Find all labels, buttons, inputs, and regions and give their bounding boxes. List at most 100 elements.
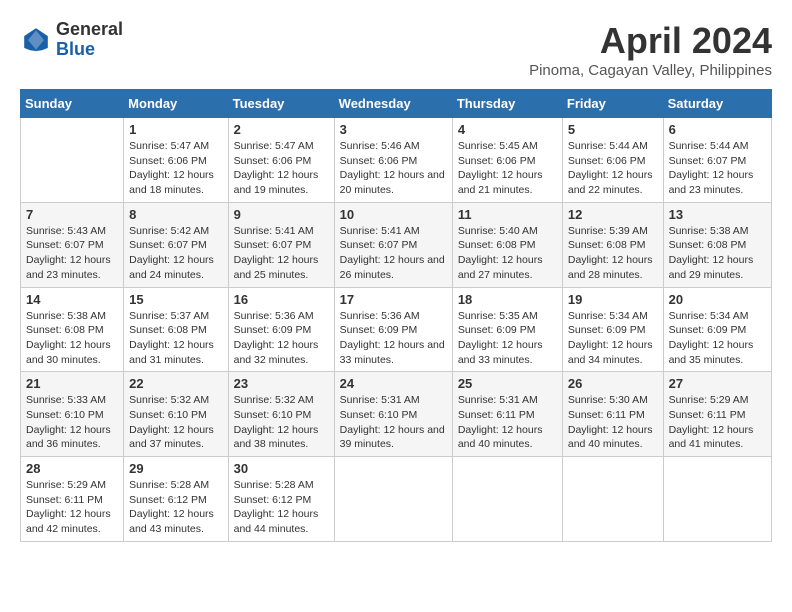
calendar-cell: 9 Sunrise: 5:41 AM Sunset: 6:07 PM Daylig… xyxy=(228,202,334,287)
day-number: 23 xyxy=(234,376,329,391)
column-header-friday: Friday xyxy=(562,90,663,118)
location: Pinoma, Cagayan Valley, Philippines xyxy=(529,62,772,79)
week-row: 1 Sunrise: 5:47 AM Sunset: 6:06 PM Daylig… xyxy=(21,118,772,203)
calendar-cell: 24 Sunrise: 5:31 AM Sunset: 6:10 PM Dayli… xyxy=(334,372,452,457)
calendar-cell: 1 Sunrise: 5:47 AM Sunset: 6:06 PM Daylig… xyxy=(124,118,228,203)
cell-info: Sunrise: 5:31 AM Sunset: 6:10 PM Dayligh… xyxy=(340,393,447,452)
week-row: 21 Sunrise: 5:33 AM Sunset: 6:10 PM Dayli… xyxy=(21,372,772,457)
calendar-cell: 17 Sunrise: 5:36 AM Sunset: 6:09 PM Dayli… xyxy=(334,287,452,372)
calendar-cell: 2 Sunrise: 5:47 AM Sunset: 6:06 PM Daylig… xyxy=(228,118,334,203)
cell-info: Sunrise: 5:33 AM Sunset: 6:10 PM Dayligh… xyxy=(26,393,118,452)
column-header-wednesday: Wednesday xyxy=(334,90,452,118)
day-number: 25 xyxy=(458,376,557,391)
day-number: 16 xyxy=(234,292,329,307)
column-header-sunday: Sunday xyxy=(21,90,124,118)
logo-text: General Blue xyxy=(56,20,123,60)
cell-info: Sunrise: 5:37 AM Sunset: 6:08 PM Dayligh… xyxy=(129,309,222,368)
week-row: 14Sunrise: 5:38 AM Sunset: 6:08 PM Dayli… xyxy=(21,287,772,372)
calendar-cell: 20 Sunrise: 5:34 AM Sunset: 6:09 PM Dayli… xyxy=(663,287,771,372)
calendar-cell: 14Sunrise: 5:38 AM Sunset: 6:08 PM Dayli… xyxy=(21,287,124,372)
day-number: 18 xyxy=(458,292,557,307)
cell-info: Sunrise: 5:29 AM Sunset: 6:11 PM Dayligh… xyxy=(669,393,766,452)
cell-info: Sunrise: 5:36 AM Sunset: 6:09 PM Dayligh… xyxy=(340,309,447,368)
calendar-cell: 12Sunrise: 5:39 AM Sunset: 6:08 PM Dayli… xyxy=(562,202,663,287)
cell-info: Sunrise: 5:42 AM Sunset: 6:07 PM Dayligh… xyxy=(129,224,222,283)
logo-blue: Blue xyxy=(56,40,123,60)
cell-info: Sunrise: 5:32 AM Sunset: 6:10 PM Dayligh… xyxy=(129,393,222,452)
cell-info: Sunrise: 5:47 AM Sunset: 6:06 PM Dayligh… xyxy=(234,139,329,198)
calendar-cell: 18Sunrise: 5:35 AM Sunset: 6:09 PM Dayli… xyxy=(452,287,562,372)
calendar-table: SundayMondayTuesdayWednesdayThursdayFrid… xyxy=(20,89,772,542)
day-number: 22 xyxy=(129,376,222,391)
day-number: 9 xyxy=(234,207,329,222)
day-number: 7 xyxy=(26,207,118,222)
calendar-cell: 13Sunrise: 5:38 AM Sunset: 6:08 PM Dayli… xyxy=(663,202,771,287)
column-header-tuesday: Tuesday xyxy=(228,90,334,118)
week-row: 7 Sunrise: 5:43 AM Sunset: 6:07 PM Daylig… xyxy=(21,202,772,287)
cell-info: Sunrise: 5:28 AM Sunset: 6:12 PM Dayligh… xyxy=(129,478,222,537)
cell-info: Sunrise: 5:39 AM Sunset: 6:08 PM Dayligh… xyxy=(568,224,658,283)
calendar-cell: 11 Sunrise: 5:40 AM Sunset: 6:08 PM Dayli… xyxy=(452,202,562,287)
cell-info: Sunrise: 5:31 AM Sunset: 6:11 PM Dayligh… xyxy=(458,393,557,452)
calendar-cell: 16 Sunrise: 5:36 AM Sunset: 6:09 PM Dayli… xyxy=(228,287,334,372)
cell-info: Sunrise: 5:34 AM Sunset: 6:09 PM Dayligh… xyxy=(669,309,766,368)
day-number: 19 xyxy=(568,292,658,307)
cell-info: Sunrise: 5:38 AM Sunset: 6:08 PM Dayligh… xyxy=(669,224,766,283)
day-number: 17 xyxy=(340,292,447,307)
day-number: 30 xyxy=(234,461,329,476)
calendar-cell: 3Sunrise: 5:46 AM Sunset: 6:06 PM Daylig… xyxy=(334,118,452,203)
day-number: 6 xyxy=(669,122,766,137)
calendar-cell: 7 Sunrise: 5:43 AM Sunset: 6:07 PM Daylig… xyxy=(21,202,124,287)
day-number: 21 xyxy=(26,376,118,391)
cell-info: Sunrise: 5:40 AM Sunset: 6:08 PM Dayligh… xyxy=(458,224,557,283)
column-header-monday: Monday xyxy=(124,90,228,118)
day-number: 14 xyxy=(26,292,118,307)
cell-info: Sunrise: 5:44 AM Sunset: 6:07 PM Dayligh… xyxy=(669,139,766,198)
day-number: 26 xyxy=(568,376,658,391)
calendar-cell: 15Sunrise: 5:37 AM Sunset: 6:08 PM Dayli… xyxy=(124,287,228,372)
day-number: 4 xyxy=(458,122,557,137)
logo: General Blue xyxy=(20,20,123,60)
cell-info: Sunrise: 5:34 AM Sunset: 6:09 PM Dayligh… xyxy=(568,309,658,368)
calendar-cell xyxy=(562,457,663,542)
day-number: 27 xyxy=(669,376,766,391)
day-number: 20 xyxy=(669,292,766,307)
cell-info: Sunrise: 5:47 AM Sunset: 6:06 PM Dayligh… xyxy=(129,139,222,198)
column-header-thursday: Thursday xyxy=(452,90,562,118)
cell-info: Sunrise: 5:46 AM Sunset: 6:06 PM Dayligh… xyxy=(340,139,447,198)
page-header: General Blue April 2024 Pinoma, Cagayan … xyxy=(20,20,772,79)
calendar-cell: 22 Sunrise: 5:32 AM Sunset: 6:10 PM Dayli… xyxy=(124,372,228,457)
day-number: 5 xyxy=(568,122,658,137)
calendar-cell xyxy=(663,457,771,542)
calendar-cell xyxy=(334,457,452,542)
day-number: 8 xyxy=(129,207,222,222)
calendar-cell xyxy=(21,118,124,203)
day-number: 29 xyxy=(129,461,222,476)
cell-info: Sunrise: 5:44 AM Sunset: 6:06 PM Dayligh… xyxy=(568,139,658,198)
calendar-cell: 10 Sunrise: 5:41 AM Sunset: 6:07 PM Dayli… xyxy=(334,202,452,287)
cell-info: Sunrise: 5:41 AM Sunset: 6:07 PM Dayligh… xyxy=(340,224,447,283)
calendar-cell: 23 Sunrise: 5:32 AM Sunset: 6:10 PM Dayli… xyxy=(228,372,334,457)
title-section: April 2024 Pinoma, Cagayan Valley, Phili… xyxy=(529,20,772,79)
calendar-cell xyxy=(452,457,562,542)
calendar-cell: 5 Sunrise: 5:44 AM Sunset: 6:06 PM Daylig… xyxy=(562,118,663,203)
calendar-cell: 8 Sunrise: 5:42 AM Sunset: 6:07 PM Daylig… xyxy=(124,202,228,287)
day-number: 24 xyxy=(340,376,447,391)
calendar-cell: 27 Sunrise: 5:29 AM Sunset: 6:11 PM Dayli… xyxy=(663,372,771,457)
cell-info: Sunrise: 5:36 AM Sunset: 6:09 PM Dayligh… xyxy=(234,309,329,368)
day-number: 1 xyxy=(129,122,222,137)
cell-info: Sunrise: 5:29 AM Sunset: 6:11 PM Dayligh… xyxy=(26,478,118,537)
day-number: 10 xyxy=(340,207,447,222)
cell-info: Sunrise: 5:32 AM Sunset: 6:10 PM Dayligh… xyxy=(234,393,329,452)
week-row: 28 Sunrise: 5:29 AM Sunset: 6:11 PM Dayli… xyxy=(21,457,772,542)
calendar-cell: 6 Sunrise: 5:44 AM Sunset: 6:07 PM Daylig… xyxy=(663,118,771,203)
column-header-saturday: Saturday xyxy=(663,90,771,118)
cell-info: Sunrise: 5:41 AM Sunset: 6:07 PM Dayligh… xyxy=(234,224,329,283)
day-number: 2 xyxy=(234,122,329,137)
cell-info: Sunrise: 5:43 AM Sunset: 6:07 PM Dayligh… xyxy=(26,224,118,283)
day-number: 28 xyxy=(26,461,118,476)
calendar-cell: 28 Sunrise: 5:29 AM Sunset: 6:11 PM Dayli… xyxy=(21,457,124,542)
calendar-cell: 26Sunrise: 5:30 AM Sunset: 6:11 PM Dayli… xyxy=(562,372,663,457)
day-number: 11 xyxy=(458,207,557,222)
calendar-cell: 30Sunrise: 5:28 AM Sunset: 6:12 PM Dayli… xyxy=(228,457,334,542)
